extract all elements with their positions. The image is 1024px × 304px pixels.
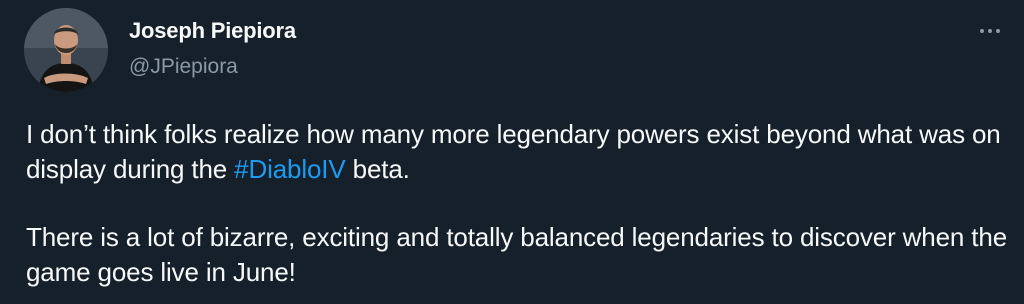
more-horizontal-icon-dot: [996, 29, 1000, 33]
author-display-name[interactable]: Joseph Piepiora: [129, 16, 296, 46]
avatar[interactable]: [24, 8, 108, 92]
more-options-button[interactable]: [970, 18, 1010, 44]
tweet-paragraph: There is a lot of bizarre, exciting and …: [26, 222, 1007, 287]
more-horizontal-icon-dot: [988, 29, 992, 33]
more-horizontal-icon: [980, 29, 984, 33]
author-handle[interactable]: @JPiepiora: [129, 53, 296, 81]
author-info: Joseph Piepiora @JPiepiora: [129, 16, 296, 81]
user-avatar-icon: [24, 8, 108, 92]
tweet-card: Joseph Piepiora @JPiepiora I don’t think…: [0, 0, 1024, 304]
tweet-paragraph: I don’t think folks realize how many mor…: [26, 117, 1016, 186]
hashtag-link[interactable]: #DiabloIV: [234, 154, 346, 184]
tweet-text-segment: I don’t think folks realize how many mor…: [26, 119, 1001, 184]
tweet-text: I don’t think folks realize how many mor…: [26, 117, 1016, 289]
tweet-text-segment: beta.: [345, 153, 410, 184]
